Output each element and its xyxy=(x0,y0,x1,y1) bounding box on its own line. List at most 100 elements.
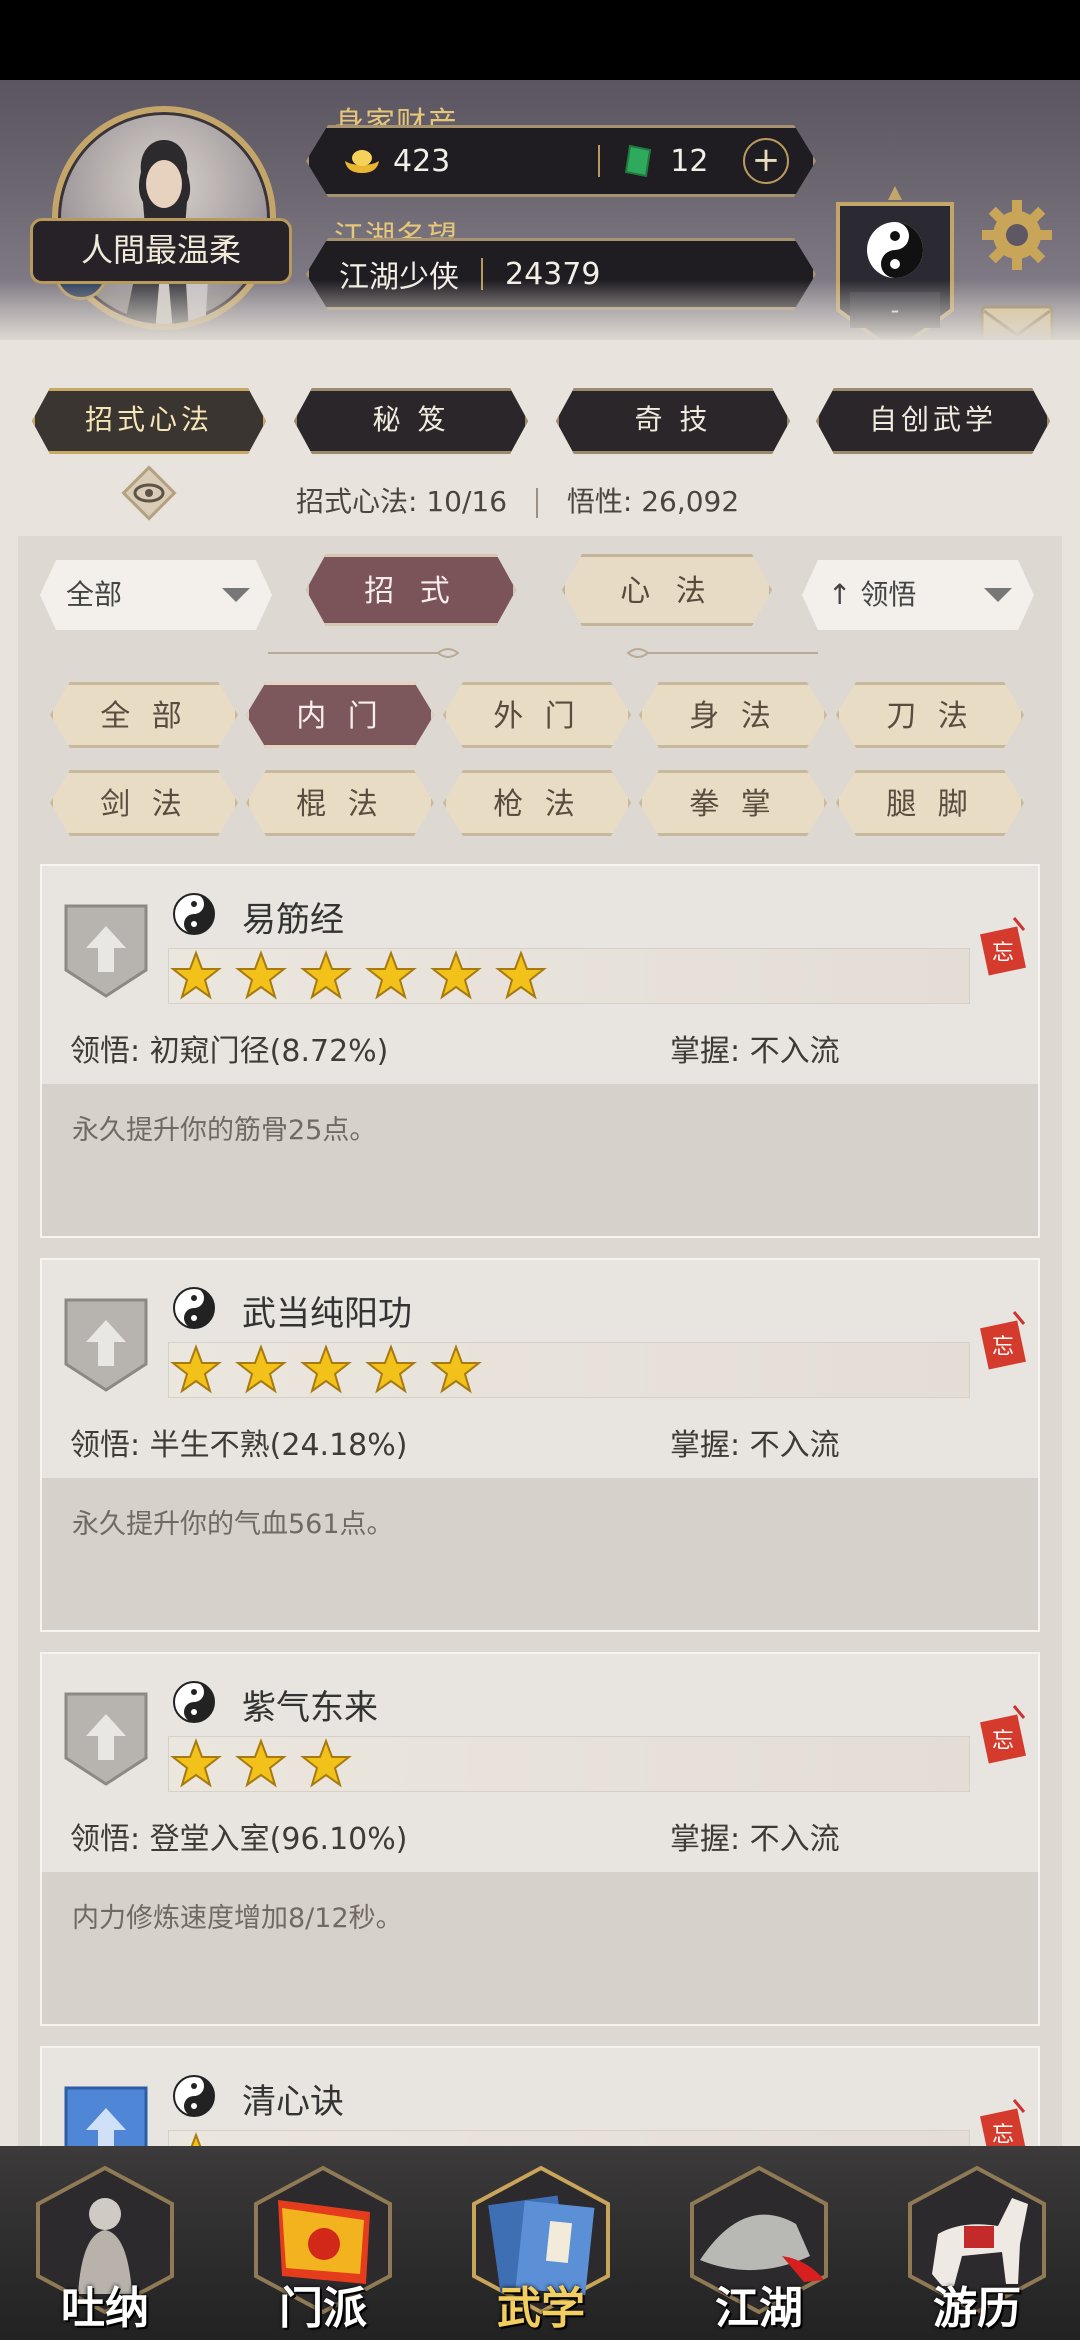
sect-emblem-icon[interactable]: - xyxy=(830,180,960,340)
filter-inner[interactable]: 内 门 xyxy=(246,682,434,748)
skill-description: 永久提升你的筋骨25点。 xyxy=(72,1115,377,1146)
star-rating xyxy=(170,1344,495,1396)
insight-value: 26,092 xyxy=(641,485,740,518)
mastery-label: 掌握: xyxy=(670,1822,741,1857)
settings-gear-icon[interactable] xyxy=(980,198,1054,272)
forget-tag-icon[interactable]: 忘 xyxy=(978,2098,1030,2146)
star-icon xyxy=(235,1738,287,1788)
skill-description: 内力修炼速度增加8/12秒。 xyxy=(72,1903,403,1934)
filter-leg[interactable]: 腿 脚 xyxy=(836,770,1024,836)
tab-moves[interactable]: 招 式 xyxy=(306,554,516,626)
mastery-label: 掌握: xyxy=(670,1034,741,1069)
star-icon xyxy=(365,950,417,1000)
star-icon xyxy=(495,950,547,1000)
tab-special-skills[interactable]: 奇 技 xyxy=(556,388,790,454)
skill-name: 武当纯阳功 xyxy=(242,1294,412,1334)
insight-label: 悟性: xyxy=(566,485,633,518)
nav-label: 江湖 xyxy=(715,2283,803,2334)
skill-card[interactable]: 易筋经 领悟: 初窥门径(8.72%) 掌握: 不入流 永久提升你的筋骨25点。… xyxy=(40,864,1040,1238)
filter-all[interactable]: 全 部 xyxy=(50,682,238,748)
upgrade-shield-icon[interactable] xyxy=(62,900,150,1000)
category-filter-value: 全部 xyxy=(66,578,123,611)
mail-icon[interactable] xyxy=(980,305,1054,340)
category-filter-dropdown[interactable]: 全部 xyxy=(40,560,272,630)
insight-value: 登堂入室(96.10%) xyxy=(149,1822,408,1857)
sort-dropdown[interactable]: ↑ 领悟 xyxy=(802,560,1034,630)
skill-name: 紫气东来 xyxy=(242,1688,378,1728)
ornament-divider xyxy=(626,648,818,658)
skill-card[interactable]: 清心诀 忘 xyxy=(40,2046,1040,2146)
svg-text:忘: 忘 xyxy=(992,1335,1014,1360)
category-tabs: 招式心法 秘 笈 奇 技 自创武学 xyxy=(0,388,1080,452)
nav-label: 吐纳 xyxy=(61,2283,149,2334)
filter-movement[interactable]: 身 法 xyxy=(639,682,827,748)
status-bar xyxy=(0,0,1080,80)
yinyang-icon xyxy=(173,893,215,935)
nav-sect[interactable]: 门派 xyxy=(248,2164,398,2336)
svg-text:-: - xyxy=(891,296,900,324)
skill-card[interactable]: 武当纯阳功 领悟: 半生不熟(24.18%) 掌握: 不入流 永久提升你的气血5… xyxy=(40,1258,1040,1632)
mastery-value: 不入流 xyxy=(749,1822,840,1857)
insight-label: 领悟: xyxy=(70,1428,141,1463)
nav-label: 游历 xyxy=(933,2283,1021,2334)
star-icon xyxy=(235,950,287,1000)
star-icon xyxy=(300,1738,352,1788)
svg-text:忘: 忘 xyxy=(992,1729,1014,1754)
forget-tag-icon[interactable]: 忘 xyxy=(978,916,1030,978)
nav-jianghu[interactable]: 江湖 xyxy=(684,2164,834,2336)
skill-description: 永久提升你的气血561点。 xyxy=(72,1509,394,1540)
filter-staff[interactable]: 棍 法 xyxy=(246,770,434,836)
player-name: 人間最温柔 xyxy=(30,218,292,284)
nav-martial-arts[interactable]: 武学 xyxy=(466,2164,616,2336)
yinyang-icon xyxy=(173,2075,215,2117)
filter-saber[interactable]: 刀 法 xyxy=(836,682,1024,748)
moves-label: 招式心法: xyxy=(296,485,418,518)
yinyang-icon xyxy=(173,1681,215,1723)
tab-methods[interactable]: 心 法 xyxy=(562,554,772,626)
tab-self-created[interactable]: 自创武学 xyxy=(816,388,1050,454)
star-icon xyxy=(365,1344,417,1394)
ornament-divider xyxy=(268,648,460,658)
sort-value: 领悟 xyxy=(860,578,917,611)
filter-fist[interactable]: 拳 掌 xyxy=(639,770,827,836)
forget-tag-icon[interactable]: 忘 xyxy=(978,1704,1030,1766)
nav-label: 武学 xyxy=(497,2283,585,2334)
star-icon xyxy=(300,1344,352,1394)
star-icon xyxy=(235,1344,287,1394)
star-icon xyxy=(430,1344,482,1394)
nav-breathing[interactable]: 吐纳 xyxy=(30,2164,180,2336)
star-icon xyxy=(170,1738,222,1788)
star-icon xyxy=(430,950,482,1000)
upgrade-shield-icon[interactable] xyxy=(62,2082,150,2146)
star-icon xyxy=(300,950,352,1000)
fame-title: 江湖少侠 xyxy=(339,260,459,295)
tab-moves-methods[interactable]: 招式心法 xyxy=(32,388,266,454)
skill-card[interactable]: 紫气东来 领悟: 登堂入室(96.10%) 掌握: 不入流 内力修炼速度增加8/… xyxy=(40,1652,1040,2026)
insight-label: 领悟: xyxy=(70,1822,141,1857)
mastery-value: 不入流 xyxy=(749,1034,840,1069)
svg-text:忘: 忘 xyxy=(992,2123,1014,2146)
chevron-down-icon xyxy=(222,588,250,602)
filter-spear[interactable]: 枪 法 xyxy=(443,770,631,836)
jade-amount: 12 xyxy=(670,143,709,179)
filter-outer[interactable]: 外 门 xyxy=(443,682,631,748)
add-currency-button[interactable]: + xyxy=(743,138,789,184)
gold-amount: 423 xyxy=(393,143,451,179)
mastery-label: 掌握: xyxy=(670,1428,741,1463)
svg-text:忘: 忘 xyxy=(992,941,1014,966)
forget-tag-icon[interactable]: 忘 xyxy=(978,1310,1030,1372)
upgrade-shield-icon[interactable] xyxy=(62,1688,150,1788)
nav-travel[interactable]: 游历 xyxy=(902,2164,1052,2336)
star-icon xyxy=(190,2132,202,2146)
tab-secret-manuals[interactable]: 秘 笈 xyxy=(294,388,528,454)
filter-sword[interactable]: 剑 法 xyxy=(50,770,238,836)
upgrade-shield-icon[interactable] xyxy=(62,1294,150,1394)
star-icon xyxy=(170,1344,222,1394)
nav-label: 门派 xyxy=(279,2283,367,2334)
mastery-value: 不入流 xyxy=(749,1428,840,1463)
yinyang-icon xyxy=(173,1287,215,1329)
insight-value: 半生不熟(24.18%) xyxy=(149,1428,408,1463)
moves-value: 10/16 xyxy=(426,485,508,518)
eye-icon[interactable] xyxy=(118,462,180,524)
skill-name: 清心诀 xyxy=(242,2082,344,2122)
